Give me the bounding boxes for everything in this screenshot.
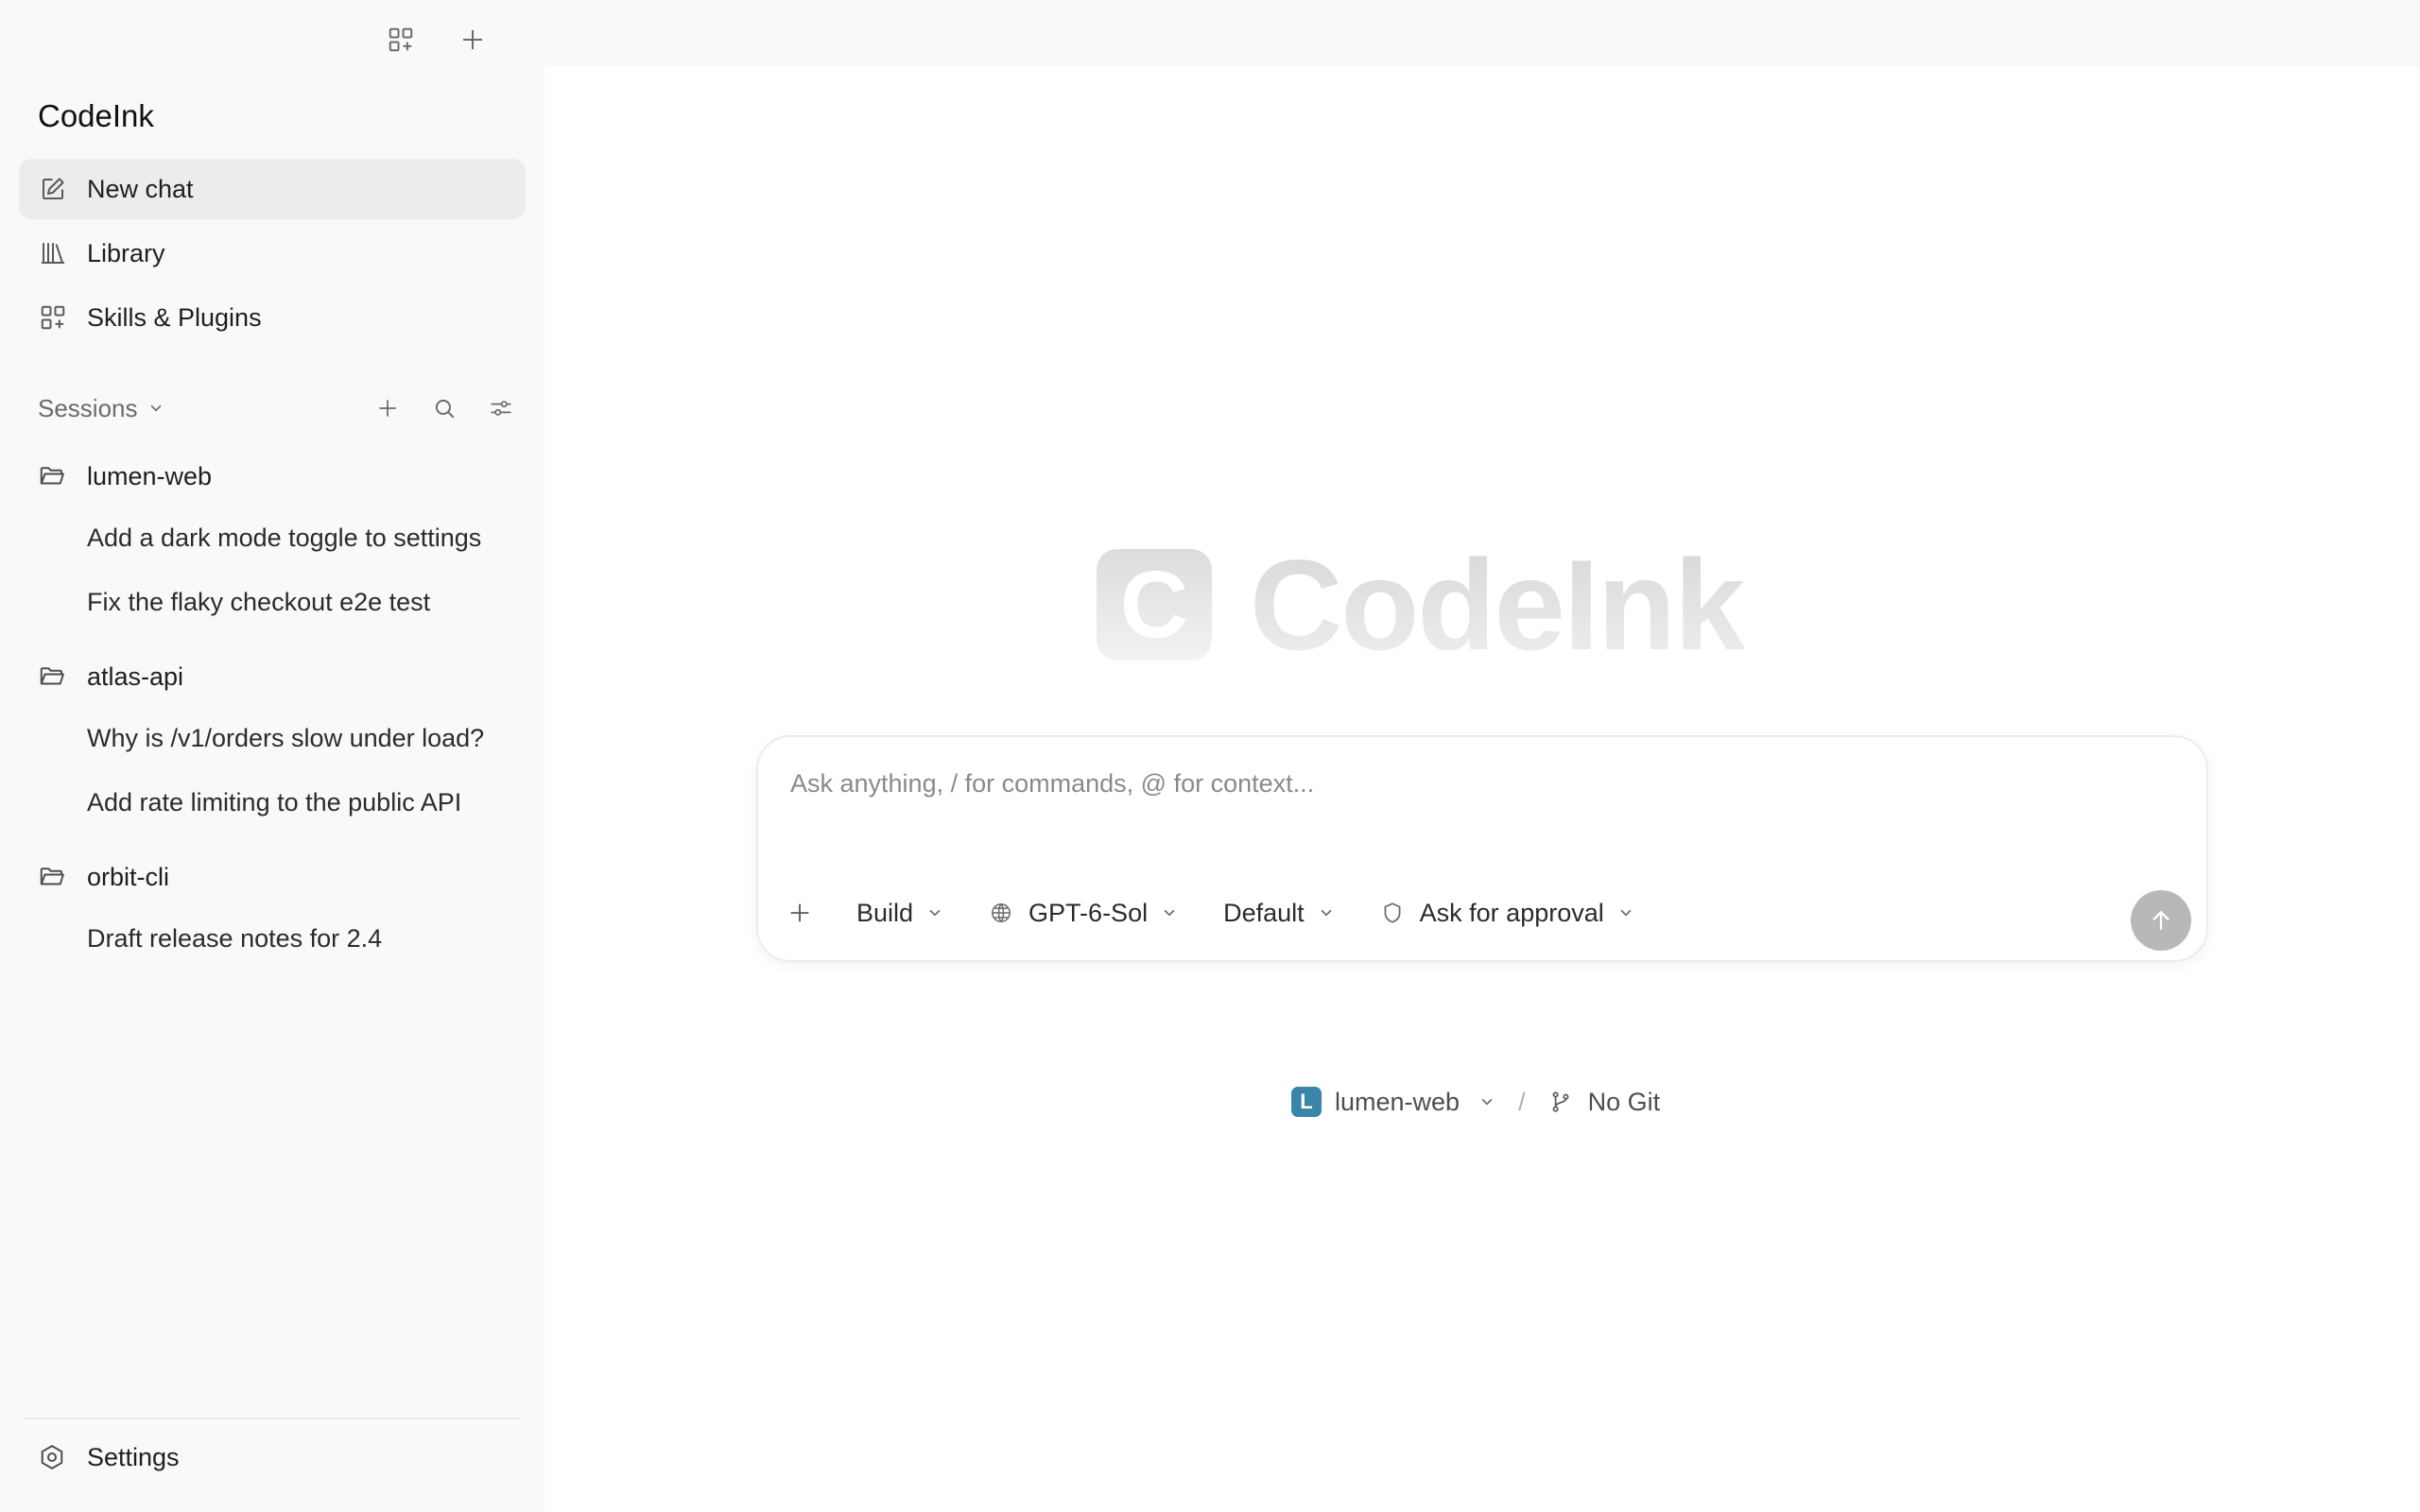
filter-sliders-icon[interactable] xyxy=(482,389,520,427)
settings-button[interactable]: Settings xyxy=(38,1436,180,1478)
approval-selector[interactable]: Ask for approval xyxy=(1369,890,1646,936)
model-selector[interactable]: GPT-6-Sol xyxy=(977,890,1189,936)
send-button[interactable] xyxy=(2131,890,2191,951)
mode-label: Build xyxy=(856,898,914,927)
library-nav-item[interactable]: Library xyxy=(19,223,526,284)
skills-plugins-nav-item[interactable]: Skills & Plugins xyxy=(19,287,526,348)
sessions-label[interactable]: Sessions xyxy=(38,394,138,423)
session-item[interactable]: Why is /v1/orders slow under load? xyxy=(87,717,484,759)
session-item[interactable]: Draft release notes for 2.4 xyxy=(87,918,382,959)
logo-wordmark: CodeInk xyxy=(1250,533,1745,677)
arrow-up-icon xyxy=(2152,911,2169,930)
library-icon xyxy=(38,238,68,268)
project-name: orbit-cli xyxy=(87,862,170,891)
grid-plus-icon[interactable] xyxy=(382,21,420,59)
library-label: Library xyxy=(87,238,165,267)
chevron-down-icon xyxy=(1161,904,1178,921)
profile-label: Default xyxy=(1223,898,1305,927)
chevron-down-icon xyxy=(926,904,943,921)
sidebar-divider xyxy=(23,1418,522,1419)
settings-label: Settings xyxy=(87,1442,180,1471)
git-branch-icon xyxy=(1548,1089,1575,1115)
attach-plus-icon[interactable] xyxy=(781,894,819,932)
project-folder-lumen-web[interactable]: lumen-web xyxy=(38,455,212,497)
plus-icon[interactable] xyxy=(454,21,492,59)
project-folder-atlas-api[interactable]: atlas-api xyxy=(38,656,183,697)
logo-mark: C xyxy=(1097,549,1212,661)
edit-icon xyxy=(38,174,68,204)
main-panel: C CodeInk Build xyxy=(544,66,2420,1512)
project-name: atlas-api xyxy=(87,662,184,691)
folder-open-icon xyxy=(38,862,68,892)
context-separator: / xyxy=(1518,1087,1526,1116)
profile-selector[interactable]: Default xyxy=(1212,890,1346,936)
folder-open-icon xyxy=(38,662,68,692)
sidebar-topbar xyxy=(382,21,492,59)
search-icon[interactable] xyxy=(425,389,463,427)
project-selector[interactable]: lumen-web xyxy=(1335,1088,1460,1117)
context-bar: L lumen-web / No Git xyxy=(1291,1081,1660,1123)
folder-open-icon xyxy=(38,461,68,491)
skills-plugins-label: Skills & Plugins xyxy=(87,302,262,332)
project-folder-orbit-cli[interactable]: orbit-cli xyxy=(38,856,169,898)
session-item[interactable]: Add a dark mode toggle to settings xyxy=(87,517,481,558)
hero-logo: C CodeInk xyxy=(1097,531,1745,679)
mode-selector[interactable]: Build xyxy=(845,890,955,936)
model-logo-icon xyxy=(989,900,1015,926)
chevron-down-icon xyxy=(1318,904,1335,921)
sessions-actions xyxy=(369,389,520,427)
grid-plus-icon xyxy=(38,302,68,333)
app-title: CodeInk xyxy=(38,98,154,133)
new-chat-label: New chat xyxy=(87,174,194,203)
chat-input[interactable] xyxy=(788,760,2169,807)
sessions-header: Sessions xyxy=(38,389,520,427)
session-item[interactable]: Add rate limiting to the public API xyxy=(87,782,461,823)
git-status[interactable]: No Git xyxy=(1588,1088,1661,1117)
new-session-plus-icon[interactable] xyxy=(369,389,406,427)
chevron-down-icon[interactable] xyxy=(147,400,164,417)
gear-icon xyxy=(38,1442,68,1472)
chevron-down-icon xyxy=(1617,904,1634,921)
composer-toolbar: Build GPT-6-Sol Default Ask for approval xyxy=(781,886,1668,939)
new-chat-button[interactable]: New chat xyxy=(19,159,526,219)
chat-composer: Build GPT-6-Sol Default xyxy=(756,735,2208,962)
session-item[interactable]: Fix the flaky checkout e2e test xyxy=(87,581,430,623)
model-label: GPT-6-Sol xyxy=(1028,898,1149,927)
chevron-down-icon[interactable] xyxy=(1478,1093,1495,1110)
project-badge: L xyxy=(1291,1087,1322,1117)
approval-label: Ask for approval xyxy=(1419,898,1604,927)
sidebar: CodeInk New chat Library Skills & Plugin… xyxy=(0,0,544,1512)
project-name: lumen-web xyxy=(87,461,213,490)
shield-icon xyxy=(1380,900,1407,926)
